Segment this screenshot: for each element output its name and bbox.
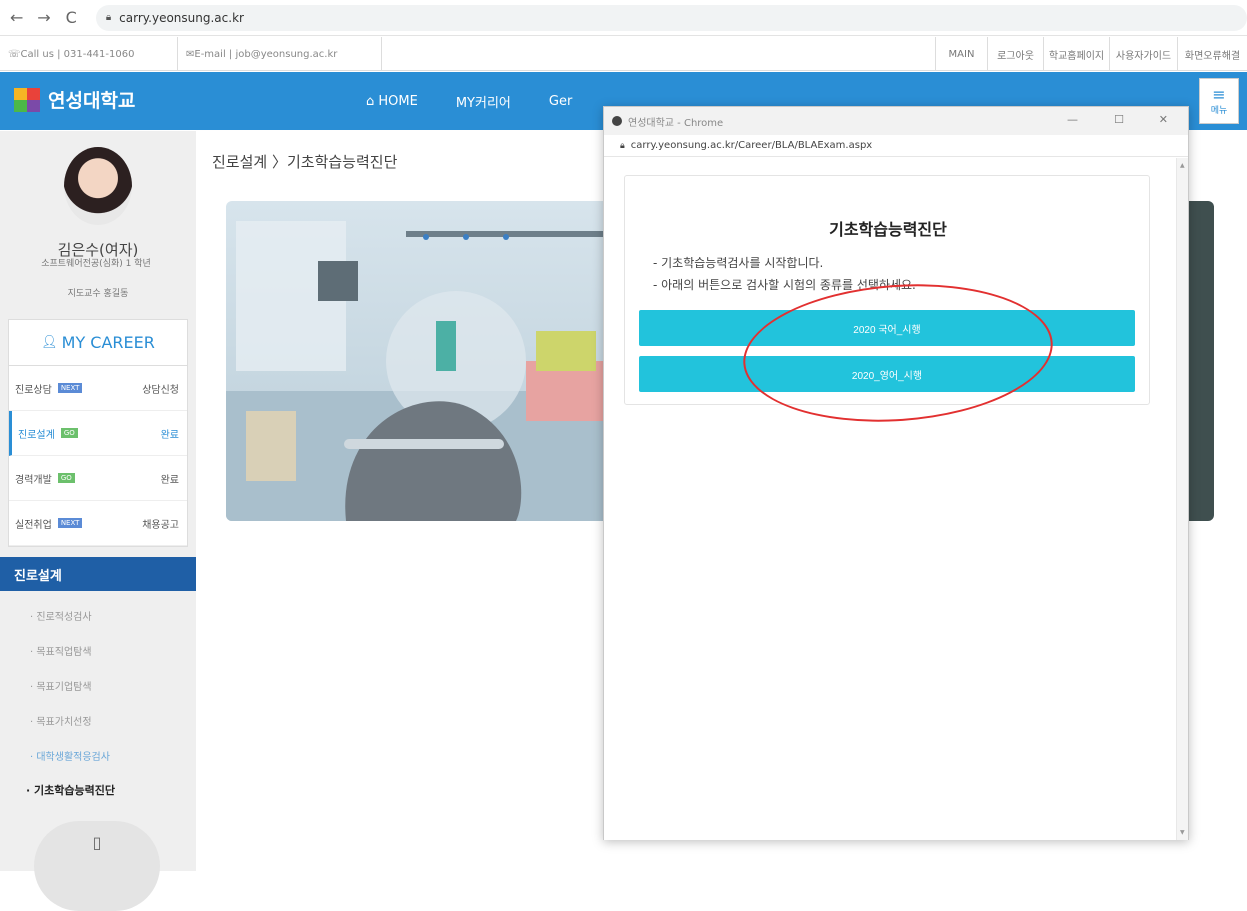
career-row-label: 진로설계: [18, 429, 55, 441]
chrome-icon: [612, 116, 622, 126]
menu-label: 메뉴: [1210, 105, 1228, 116]
forward-arrow-icon[interactable]: →: [33, 7, 54, 29]
career-row-tag: GO: [60, 428, 78, 438]
email-info: ✉E-mail | job@yeonsung.ac.kr: [178, 37, 382, 71]
scroll-up-icon[interactable]: ▲: [1180, 162, 1185, 169]
nav-home[interactable]: ⌂ HOME: [366, 94, 418, 109]
util-link-main[interactable]: MAIN: [935, 37, 987, 71]
site-logo[interactable]: 연성대학교: [14, 86, 135, 113]
address-bar[interactable]: 🔒︎ carry.yeonsung.ac.kr: [95, 4, 1247, 31]
main-nav: ⌂ HOME MY커리어 Ger: [366, 72, 610, 130]
logo-text: 연성대학교: [48, 90, 136, 112]
user-professor: 지도교수 홍길동: [67, 289, 129, 299]
minimize-icon[interactable]: —: [1067, 113, 1078, 126]
utility-bar: ☏Call us | 031-441-1060 ✉E-mail | job@ye…: [0, 37, 1247, 71]
career-row-tag: NEXT: [57, 383, 83, 393]
scroll-down-icon[interactable]: ▼: [1180, 829, 1185, 836]
career-row-status[interactable]: 상담신청: [142, 381, 179, 396]
popup-url-text: carry.yeonsung.ac.kr/Career/BLA/BLAExam.…: [630, 140, 873, 151]
home-icon: ⌂: [366, 93, 379, 109]
exam-desc-line-1: - 기초학습능력검사를 시작합니다.: [653, 256, 824, 270]
sub-item-values[interactable]: · 목표가치선정: [30, 713, 92, 728]
career-row-employment[interactable]: 실전취업 NEXT 채용공고: [9, 501, 187, 546]
exam-title: 기초학습능력진단: [829, 220, 947, 239]
back-arrow-icon[interactable]: ←: [6, 7, 27, 29]
banner-art: [226, 221, 626, 521]
sub-item-basic-learning[interactable]: · 기초학습능력진단: [26, 782, 115, 798]
banner-illustration: [226, 201, 626, 521]
popup-scrollbar[interactable]: ▲ ▼: [1176, 158, 1188, 840]
user-department: 소프트웨어전공(심화) 1 학년: [41, 259, 151, 269]
hamburger-icon: ≡: [1212, 84, 1226, 104]
my-career-box: 👤︎ MY CAREER 진로상담 NEXT 상담신청 진로설계 GO 완료 경…: [8, 319, 188, 547]
phone-icon: ▯: [92, 833, 102, 852]
util-link-school-home[interactable]: 학교홈페이지: [1043, 37, 1109, 71]
career-row-design[interactable]: 진로설계 GO 완료: [9, 411, 187, 456]
career-row-status[interactable]: 완료: [161, 471, 179, 486]
close-icon[interactable]: ✕: [1159, 113, 1168, 126]
popup-window: 연성대학교 - Chrome — ☐ ✕ 🔒︎ carry.yeonsung.a…: [603, 106, 1189, 840]
browser-toolbar: ← → C 🔒︎ carry.yeonsung.ac.kr: [0, 0, 1247, 36]
breadcrumb: 진로설계 〉기초학습능력진단: [212, 153, 398, 171]
career-row-label: 진로상담: [15, 384, 52, 396]
popup-title: 연성대학교 - Chrome: [628, 117, 724, 129]
sub-item-aptitude[interactable]: · 진로적성검사: [30, 608, 92, 623]
util-link-screen-error[interactable]: 화면오류해결: [1177, 37, 1247, 71]
sub-item-adaptation[interactable]: · 대학생활적응검사: [30, 748, 110, 763]
career-row-label: 경력개발: [15, 474, 52, 486]
logo-mark-icon: [14, 87, 40, 112]
career-row-counseling[interactable]: 진로상담 NEXT 상담신청: [9, 366, 187, 411]
my-career-title-text: MY CAREER: [61, 333, 155, 352]
maximize-icon[interactable]: ☐: [1114, 113, 1124, 126]
mobile-shortcut[interactable]: ▯: [34, 821, 160, 911]
nav-my-career[interactable]: MY커리어: [456, 92, 511, 111]
my-career-title: 👤︎ MY CAREER: [9, 320, 187, 366]
left-sidebar: 김은수(여자) 소프트웨어전공(심화) 1 학년 지도교수 홍길동 👤︎ MY …: [0, 131, 196, 911]
sub-item-company-search[interactable]: · 목표기업탐색: [30, 678, 92, 693]
address-bar-url: carry.yeonsung.ac.kr: [119, 10, 244, 25]
nav-ger[interactable]: Ger: [549, 94, 572, 109]
sub-item-job-search[interactable]: · 목표직업탐색: [30, 643, 92, 658]
menu-button[interactable]: ≡ 메뉴: [1199, 78, 1239, 124]
reload-icon[interactable]: C: [61, 7, 82, 29]
career-row-development[interactable]: 경력개발 GO 완료: [9, 456, 187, 501]
call-info: ☏Call us | 031-441-1060: [0, 37, 178, 71]
avatar: [64, 147, 132, 225]
career-row-status[interactable]: 완료: [161, 426, 179, 441]
nav-home-label: HOME: [378, 93, 418, 109]
popup-titlebar: 연성대학교 - Chrome — ☐ ✕: [604, 107, 1188, 135]
career-row-tag: GO: [57, 473, 75, 483]
util-link-logout[interactable]: 로그아웃: [987, 37, 1043, 71]
career-person-icon: 👤︎: [41, 335, 58, 350]
popup-address-bar[interactable]: 🔒︎ carry.yeonsung.ac.kr/Career/BLA/BLAEx…: [604, 135, 1188, 157]
career-row-label: 실전취업: [15, 519, 52, 531]
util-link-user-guide[interactable]: 사용자가이드: [1109, 37, 1177, 71]
section-title: 진로설계: [0, 557, 196, 591]
lock-icon: 🔒︎: [105, 12, 112, 23]
career-row-status[interactable]: 채용공고: [142, 516, 179, 531]
lock-icon: 🔒︎: [620, 140, 625, 151]
user-name: 김은수(여자): [57, 241, 139, 259]
career-row-tag: NEXT: [57, 518, 83, 528]
popup-body: 기초학습능력진단 - 기초학습능력검사를 시작합니다. - 아래의 버튼으로 검…: [604, 158, 1178, 840]
